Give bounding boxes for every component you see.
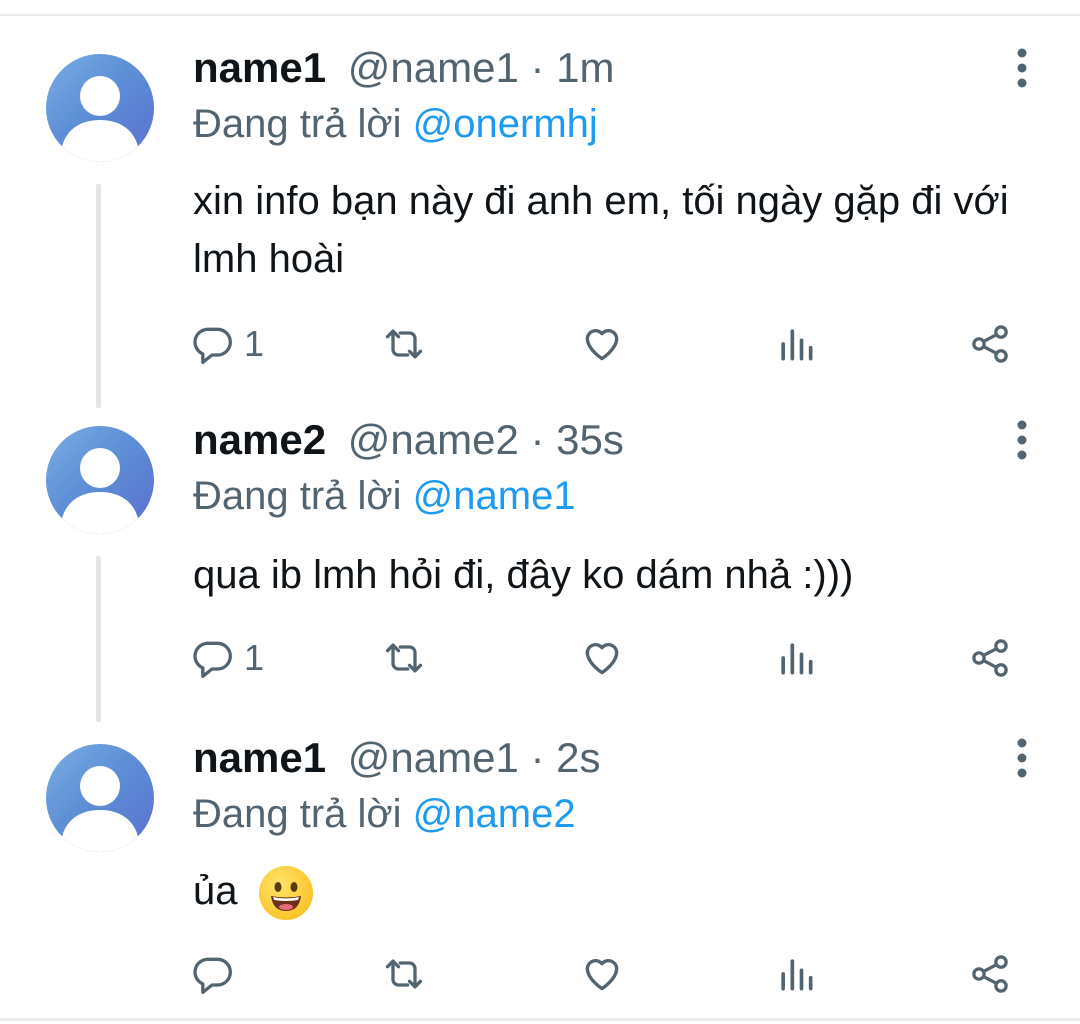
replying-prefix: Đang trả lời (193, 102, 413, 146)
like-button[interactable] (580, 630, 624, 686)
tweet-text: xin info bạn này đi anh em, tối ngày gặp… (193, 179, 1009, 281)
views-button[interactable] (774, 946, 818, 1002)
views-icon (781, 959, 813, 991)
replying-to: Đang trả lời @name2 (193, 786, 576, 842)
retweet-icon (385, 329, 423, 359)
retweet-icon (385, 959, 423, 989)
tweet-text-container: ủa (193, 862, 1043, 921)
display-name[interactable]: name1 (193, 44, 326, 91)
avatar[interactable] (46, 744, 154, 852)
handle[interactable]: @name1 (348, 44, 519, 91)
more-icon (1017, 738, 1027, 778)
tweet-text: ủa (193, 869, 238, 913)
replying-prefix: Đang trả lời (193, 474, 413, 518)
replying-to: Đang trả lời @name1 (193, 468, 576, 524)
top-divider (0, 14, 1080, 16)
more-options-button[interactable] (1004, 730, 1040, 786)
retweet-button[interactable] (382, 316, 426, 372)
thread-line (96, 184, 101, 408)
reply-button[interactable] (190, 946, 244, 1002)
views-button[interactable] (774, 630, 818, 686)
bottom-divider (0, 1018, 1080, 1021)
share-icon (972, 325, 1008, 363)
reply-button[interactable]: 1 (190, 316, 264, 372)
more-icon (1017, 420, 1027, 460)
tweet-header: name1 @name1 · 1m (193, 38, 615, 98)
replying-to: Đang trả lời @onermhj (193, 96, 598, 152)
share-icon (972, 639, 1008, 677)
grinning-face-emoji (258, 866, 313, 921)
more-options-button[interactable] (1004, 412, 1040, 468)
separator: · (518, 416, 557, 463)
more-options-button[interactable] (1004, 40, 1040, 96)
avatar[interactable] (46, 426, 154, 534)
reply-count: 1 (244, 323, 265, 364)
handle[interactable]: @name1 (348, 734, 519, 781)
handle[interactable]: @name2 (348, 416, 519, 463)
mention-link[interactable]: @name1 (413, 474, 576, 518)
timestamp[interactable]: 1m (556, 44, 614, 91)
reply-button[interactable]: 1 (190, 630, 264, 686)
share-button[interactable] (968, 946, 1012, 1002)
separator: · (518, 44, 557, 91)
views-icon (781, 643, 813, 675)
share-icon (972, 955, 1008, 993)
views-icon (781, 329, 813, 361)
action-bar: 1 (0, 316, 1080, 372)
retweet-icon (385, 643, 423, 673)
action-bar: 1 (0, 630, 1080, 686)
action-bar (0, 946, 1080, 1002)
reply-icon (193, 957, 232, 994)
like-button[interactable] (580, 316, 624, 372)
mention-link[interactable]: @name2 (413, 792, 576, 836)
share-button[interactable] (968, 316, 1012, 372)
share-button[interactable] (968, 630, 1012, 686)
reply-icon (193, 327, 232, 364)
display-name[interactable]: name1 (193, 734, 326, 781)
display-name[interactable]: name2 (193, 416, 326, 463)
avatar[interactable] (46, 54, 154, 162)
heart-icon (585, 959, 619, 991)
more-icon (1017, 48, 1027, 88)
tweet-text: qua ib lmh hỏi đi, đây ko dám nhả :))) (193, 553, 854, 597)
tweet-header: name2 @name2 · 35s (193, 410, 624, 470)
timestamp[interactable]: 35s (556, 416, 624, 463)
views-button[interactable] (774, 316, 818, 372)
retweet-button[interactable] (382, 630, 426, 686)
timestamp[interactable]: 2s (556, 734, 600, 781)
replying-prefix: Đang trả lời (193, 792, 413, 836)
retweet-button[interactable] (382, 946, 426, 1002)
separator: · (518, 734, 557, 781)
like-button[interactable] (580, 946, 624, 1002)
heart-icon (585, 329, 619, 361)
mention-link[interactable]: @onermhj (413, 102, 598, 146)
reply-icon (193, 641, 232, 678)
heart-icon (585, 643, 619, 675)
reply-count: 1 (244, 637, 265, 678)
tweet-header: name1 @name1 · 2s (193, 728, 601, 788)
